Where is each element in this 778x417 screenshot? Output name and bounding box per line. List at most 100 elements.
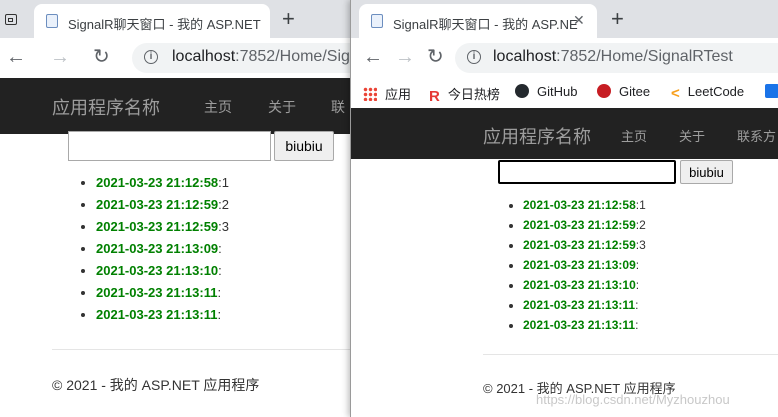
message-item: 2021-03-23 21:12:59:2	[523, 215, 646, 235]
message-item: 2021-03-23 21:13:10:	[96, 260, 229, 282]
message-timestamp: 2021-03-23 21:13:09	[523, 258, 636, 272]
watermark: https://blog.csdn.net/Myzhouzhou	[536, 392, 730, 407]
message-timestamp: 2021-03-23 21:13:09	[96, 241, 219, 256]
message-item: 2021-03-23 21:12:59:3	[523, 235, 646, 255]
message-timestamp: 2021-03-23 21:12:59	[96, 219, 219, 234]
message-text: :	[635, 278, 640, 292]
message-item: 2021-03-23 21:13:11:	[523, 295, 646, 315]
message-text: :	[635, 318, 639, 332]
message-item: 2021-03-23 21:13:11:	[96, 282, 229, 304]
forward-icon[interactable]: →	[50, 47, 70, 67]
tab-strip: SignalR聊天窗口 - 我的 ASP.NE ✕ +	[351, 0, 778, 38]
new-tab-icon[interactable]: +	[282, 6, 295, 32]
message-item: 2021-03-23 21:12:58:1	[523, 195, 646, 215]
site-brand[interactable]: 应用程序名称	[483, 123, 591, 149]
message-text: :	[218, 263, 222, 278]
bookmark-gitee[interactable]: Gitee	[597, 84, 650, 102]
workspaces-icon[interactable]	[5, 14, 17, 25]
message-item: 2021-03-23 21:12:58:1	[96, 172, 229, 194]
address-bar-url[interactable]: localhost:7852/Home/Sig	[172, 48, 350, 66]
footer-divider	[483, 354, 778, 355]
message-text: :2	[218, 197, 229, 212]
site-brand[interactable]: 应用程序名称	[52, 94, 160, 120]
message-text: :	[217, 307, 222, 322]
message-item: 2021-03-23 21:13:09:	[96, 238, 229, 260]
bookmark-leetcode[interactable]: < LeetCode	[671, 84, 744, 102]
site-info-icon[interactable]: i	[144, 50, 158, 64]
message-text: :	[217, 285, 222, 300]
message-text: :	[218, 241, 222, 256]
message-timestamp: 2021-03-23 21:12:59	[96, 197, 219, 212]
site-info-icon[interactable]: i	[467, 50, 481, 64]
site-navbar: 应用程序名称 主页 关于 联系方	[351, 108, 778, 159]
message-input[interactable]	[68, 131, 271, 161]
message-timestamp: 2021-03-23 21:13:10	[523, 278, 636, 292]
reload-icon[interactable]: ↻	[427, 47, 444, 67]
message-text: :3	[218, 219, 229, 234]
message-timestamp: 2021-03-23 21:12:58	[96, 175, 219, 190]
message-item: 2021-03-23 21:13:10:	[523, 275, 646, 295]
message-item: 2021-03-23 21:12:59:2	[96, 194, 229, 216]
back-icon[interactable]: ←	[6, 47, 26, 67]
browser-toolbar: ← → ↻ i localhost:7852/Home/Sig	[0, 38, 350, 78]
site-navbar: 应用程序名称 主页 关于 联	[0, 78, 350, 134]
tab-strip: SignalR聊天窗口 - 我的 ASP.NET +	[0, 0, 350, 38]
browser-window-right: SignalR聊天窗口 - 我的 ASP.NE ✕ + ← → ↻ i loca…	[350, 0, 778, 417]
tab-signalr-chat[interactable]: SignalR聊天窗口 - 我的 ASP.NE ✕	[359, 4, 597, 38]
nav-about[interactable]: 关于	[268, 97, 296, 117]
forward-icon[interactable]: →	[395, 47, 415, 67]
bookmark-more[interactable]	[765, 84, 778, 102]
page-favicon-icon	[371, 14, 383, 28]
message-item: 2021-03-23 21:12:59:3	[96, 216, 229, 238]
bookmark-jinrirebang[interactable]: R 今日热榜	[429, 84, 500, 105]
message-text: :1	[218, 175, 229, 190]
message-text: :3	[635, 238, 646, 252]
message-item: 2021-03-23 21:13:11:	[96, 304, 229, 326]
message-list: 2021-03-23 21:12:58:12021-03-23 21:12:59…	[96, 172, 229, 326]
message-text: :1	[635, 198, 646, 212]
message-list: 2021-03-23 21:12:58:12021-03-23 21:12:59…	[523, 195, 646, 335]
back-icon[interactable]: ←	[363, 47, 383, 67]
new-tab-icon[interactable]: +	[611, 6, 624, 32]
browser-toolbar: ← → ↻ i localhost:7852/Home/SignalRTest	[351, 38, 778, 78]
nav-home[interactable]: 主页	[204, 97, 232, 117]
browser-window-left: SignalR聊天窗口 - 我的 ASP.NET + ← → ↻ i local…	[0, 0, 350, 417]
reload-icon[interactable]: ↻	[93, 47, 110, 67]
nav-contact[interactable]: 联	[331, 97, 345, 117]
close-tab-icon[interactable]: ✕	[573, 12, 585, 29]
apps-grid-icon	[363, 87, 377, 101]
send-button[interactable]: biubiu	[680, 160, 733, 184]
message-timestamp: 2021-03-23 21:13:11	[96, 307, 218, 322]
bookmarks-bar: 应用 R 今日热榜 GitHub Gitee < LeetCode	[351, 78, 778, 109]
nav-contact[interactable]: 联系方	[737, 126, 776, 145]
address-bar[interactable]: i localhost:7852/Home/Sig	[132, 43, 350, 73]
gitee-icon	[597, 84, 611, 98]
message-timestamp: 2021-03-23 21:13:11	[523, 298, 636, 312]
page-favicon-icon	[46, 14, 58, 28]
message-timestamp: 2021-03-23 21:13:11	[523, 318, 636, 332]
tab-signalr-chat[interactable]: SignalR聊天窗口 - 我的 ASP.NET	[34, 4, 270, 38]
message-timestamp: 2021-03-23 21:13:11	[96, 285, 218, 300]
address-bar-url[interactable]: localhost:7852/Home/SignalRTest	[493, 48, 733, 66]
bookmark-github[interactable]: GitHub	[515, 84, 577, 102]
rebang-icon: R	[429, 88, 440, 105]
message-timestamp: 2021-03-23 21:12:58	[523, 198, 636, 212]
message-text: :	[635, 298, 639, 312]
message-timestamp: 2021-03-23 21:12:59	[523, 218, 636, 232]
message-input[interactable]	[498, 160, 676, 184]
message-text: :	[635, 258, 640, 272]
tab-title: SignalR聊天窗口 - 我的 ASP.NET	[68, 17, 261, 32]
nav-about[interactable]: 关于	[679, 126, 705, 145]
github-icon	[515, 84, 529, 98]
site-footer: © 2021 - 我的 ASP.NET 应用程序	[52, 377, 260, 393]
send-button[interactable]: biubiu	[274, 131, 334, 161]
bookmark-folder-icon	[765, 84, 778, 98]
address-bar[interactable]: i localhost:7852/Home/SignalRTest	[455, 43, 778, 73]
footer-divider	[52, 349, 350, 350]
message-item: 2021-03-23 21:13:11:	[523, 315, 646, 335]
bookmark-apps[interactable]: 应用	[363, 84, 411, 102]
message-timestamp: 2021-03-23 21:12:59	[523, 238, 636, 252]
nav-home[interactable]: 主页	[621, 126, 647, 145]
message-item: 2021-03-23 21:13:09:	[523, 255, 646, 275]
message-text: :2	[635, 218, 646, 232]
